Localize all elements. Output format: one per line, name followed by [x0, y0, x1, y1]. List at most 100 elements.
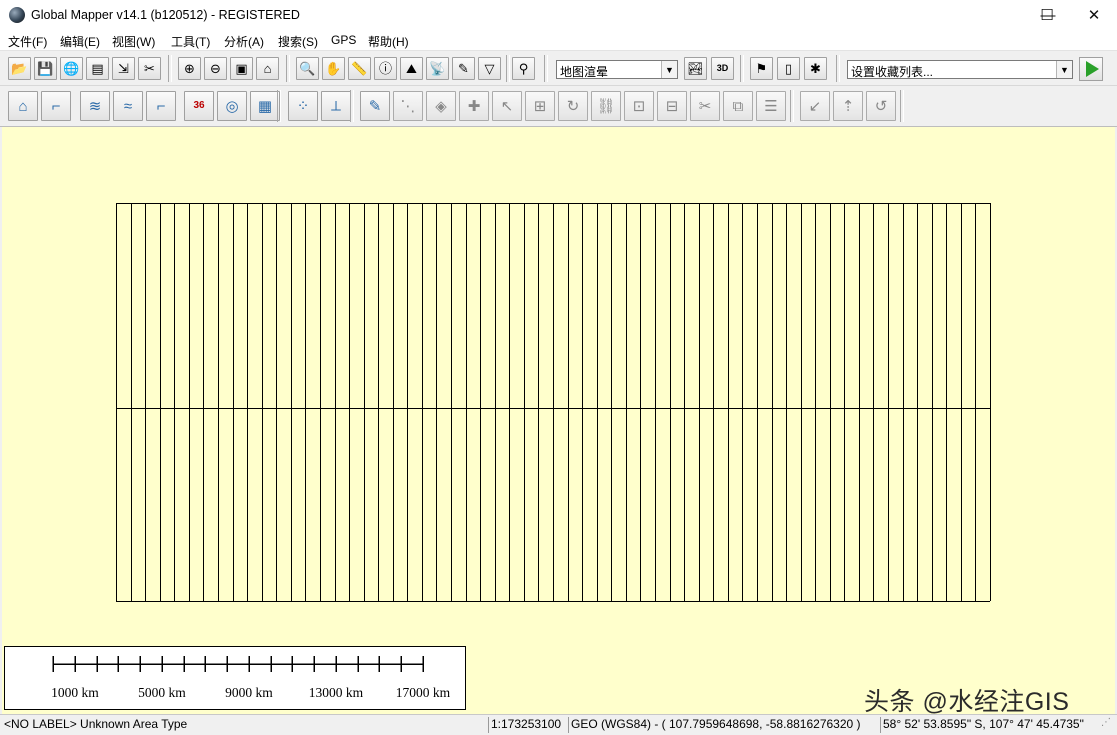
coordinate-code-button[interactable]: 36 — [184, 91, 214, 121]
scale-label: 1000 km — [51, 685, 99, 700]
add-vertex-button[interactable]: ✚ — [459, 91, 489, 121]
render-mode-select[interactable]: 地图渲晕 ▼ — [556, 60, 678, 79]
create-line-button[interactable]: ⌐ — [41, 91, 71, 121]
filter-icon: ▽ — [484, 61, 495, 76]
resize-grip-icon[interactable]: ⋰ — [1101, 717, 1115, 733]
split-area-button[interactable]: ⊟ — [657, 91, 687, 121]
graticule-grid — [116, 203, 991, 602]
shader-button[interactable]: 🏞 — [684, 57, 707, 80]
maximize-button[interactable]: ☐ — [1024, 0, 1070, 30]
main-toolbar: 📂 💾 🌐 ▤ ⇲ ✂ ⊕ ⊖ ▣ ⌂ 🔍 ✋ 📏 ⓘ ⛰ 📡 ✎ ▽ ⚲ 地图… — [0, 51, 1117, 86]
zoom-extent-button[interactable]: ▣ — [230, 57, 253, 80]
contour-icon: ≋ — [88, 97, 102, 115]
toolbar-separator — [168, 55, 172, 82]
print-button[interactable]: ▤ — [86, 57, 109, 80]
edit-line-icon: ⌐ — [156, 97, 166, 115]
link-button[interactable]: ⛓ — [591, 91, 621, 121]
digitize-button[interactable]: ✎ — [360, 91, 390, 121]
save-button[interactable]: 💾 — [34, 57, 57, 80]
buffer-icon: ◎ — [225, 97, 239, 115]
menu-analysis[interactable]: 分析(A) — [224, 33, 264, 50]
pan-tool-button[interactable]: ✋ — [322, 57, 345, 80]
filter-button[interactable]: ▽ — [478, 57, 501, 80]
view-shed-button[interactable]: 📡 — [426, 57, 449, 80]
status-bar: <NO LABEL> Unknown Area Type 1:173253100… — [0, 714, 1117, 735]
online-data-icon: 🌐 — [63, 61, 80, 76]
split-button[interactable]: ⟂ — [321, 91, 351, 121]
menu-search[interactable]: 搜索(S) — [278, 33, 318, 50]
vertex-button[interactable]: ⋱ — [393, 91, 423, 121]
open-button[interactable]: 📂 — [8, 57, 31, 80]
point-tool-button[interactable]: ⁘ — [288, 91, 318, 121]
gps-device-icon: ▯ — [784, 61, 793, 76]
grid-button[interactable]: ▦ — [250, 91, 280, 121]
contour-button[interactable]: ≋ — [80, 91, 110, 121]
watershed-button[interactable]: ≈ — [113, 91, 143, 121]
toolbar-separator — [350, 90, 354, 122]
area-edit-button[interactable]: ◈ — [426, 91, 456, 121]
create-area-button[interactable]: ⌂ — [8, 91, 38, 121]
combine-button[interactable]: ⧉ — [723, 91, 753, 121]
up-move-icon: ⇡ — [841, 97, 855, 115]
crop-button[interactable]: ⊡ — [624, 91, 654, 121]
undo-move-button[interactable]: ↙ — [800, 91, 830, 121]
rotate-icon: ↻ — [566, 97, 580, 115]
zoom-in-button[interactable]: ⊕ — [178, 57, 201, 80]
map-view[interactable]: 1000 km 5000 km 9000 km 13000 km 17000 k… — [2, 127, 1115, 714]
digitizer-button[interactable]: ✎ — [452, 57, 475, 80]
binoculars-icon: ⚲ — [518, 61, 529, 76]
menu-help[interactable]: 帮助(H) — [368, 33, 409, 50]
zoom-tool-button[interactable]: 🔍 — [296, 57, 319, 80]
digitizer-icon: ✎ — [458, 61, 469, 76]
menu-tools[interactable]: 工具(T) — [171, 33, 210, 50]
measure-tool-button[interactable]: 📏 — [348, 57, 371, 80]
zoom-extent-icon: ▣ — [235, 61, 248, 76]
zoom-out-icon: ⊖ — [210, 61, 221, 76]
stack-icon: ☰ — [764, 97, 778, 115]
zoom-out-button[interactable]: ⊖ — [204, 57, 227, 80]
export-icon: ⇲ — [118, 61, 129, 76]
stack-button[interactable]: ☰ — [756, 91, 786, 121]
tools-icon: ✂ — [144, 61, 155, 76]
combine-icon: ⧉ — [732, 97, 744, 115]
export-button[interactable]: ⇲ — [112, 57, 135, 80]
rotate-button[interactable]: ↻ — [558, 91, 588, 121]
menu-edit[interactable]: 编辑(E) — [60, 33, 100, 50]
toolbar-separator — [900, 90, 904, 122]
cut-button[interactable]: ✂ — [690, 91, 720, 121]
redo-button[interactable]: ↺ — [866, 91, 896, 121]
online-data-button[interactable]: 🌐 — [60, 57, 83, 80]
home-button[interactable]: ⌂ — [256, 57, 279, 80]
move-button[interactable]: ↖ — [492, 91, 522, 121]
gps-flag-button[interactable]: ⚑ — [750, 57, 773, 80]
split-icon: ⟂ — [330, 97, 341, 115]
toolbar-separator — [544, 55, 548, 82]
buffer-button[interactable]: ◎ — [217, 91, 247, 121]
title-bar: Global Mapper v14.1 (b120512) - REGISTER… — [0, 0, 1117, 30]
up-move-button[interactable]: ⇡ — [833, 91, 863, 121]
menu-view[interactable]: 视图(W) — [112, 33, 155, 50]
play-button[interactable] — [1079, 57, 1103, 81]
search-button[interactable]: ⚲ — [512, 57, 535, 80]
tools-button[interactable]: ✂ — [138, 57, 161, 80]
merge-button[interactable]: ⊞ — [525, 91, 555, 121]
close-button[interactable]: ✕ — [1071, 0, 1117, 30]
scale-label: 9000 km — [225, 685, 273, 700]
feature-info-button[interactable]: ⓘ — [374, 57, 397, 80]
window-title: Global Mapper v14.1 (b120512) - REGISTER… — [31, 8, 300, 22]
coordinate-code-icon: 36 — [193, 100, 205, 111]
3d-view-icon: 3D — [716, 63, 729, 73]
path-profile-button[interactable]: ⛰ — [400, 57, 423, 80]
3d-view-button[interactable]: 3D — [711, 57, 734, 80]
gps-track-button[interactable]: ✱ — [804, 57, 827, 80]
shader-icon: 🏞 — [687, 61, 704, 76]
toolbar-separator — [740, 55, 744, 82]
menu-file[interactable]: 文件(F) — [8, 33, 47, 50]
home-icon: ⌂ — [263, 61, 272, 76]
gps-device-button[interactable]: ▯ — [777, 57, 800, 80]
bookmark-select[interactable]: 设置收藏列表... ▼ — [847, 60, 1073, 79]
edit-line-button[interactable]: ⌐ — [146, 91, 176, 121]
feature-info-icon: ⓘ — [378, 61, 392, 76]
menu-gps[interactable]: GPS — [331, 33, 356, 47]
chevron-down-icon: ▼ — [661, 61, 677, 78]
